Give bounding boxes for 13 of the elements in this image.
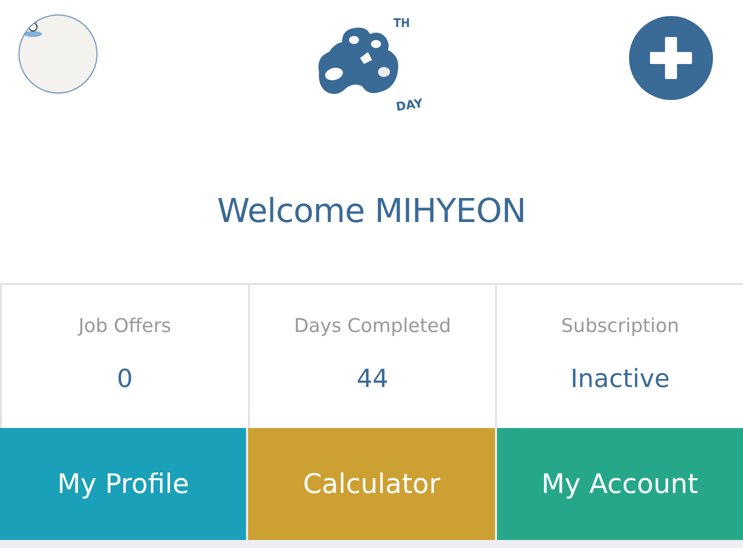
stat-value: 0 bbox=[116, 364, 133, 393]
stat-label: Days Completed bbox=[294, 315, 452, 337]
logo-superscript: TH bbox=[394, 16, 410, 30]
action-button[interactable]: My Profile bbox=[0, 428, 246, 540]
stat-value: 44 bbox=[356, 364, 388, 393]
action-button[interactable]: My Account bbox=[496, 428, 743, 540]
welcome-heading: Welcome MIHYEON bbox=[217, 191, 526, 232]
stat-label: Subscription bbox=[561, 315, 680, 337]
stat-value: Inactive bbox=[570, 364, 670, 393]
logo-subtitle: DAY bbox=[394, 96, 424, 114]
action-button[interactable]: Calculator bbox=[248, 428, 495, 540]
stat-label: Job Offers bbox=[78, 315, 172, 337]
plus-icon bbox=[647, 34, 695, 82]
